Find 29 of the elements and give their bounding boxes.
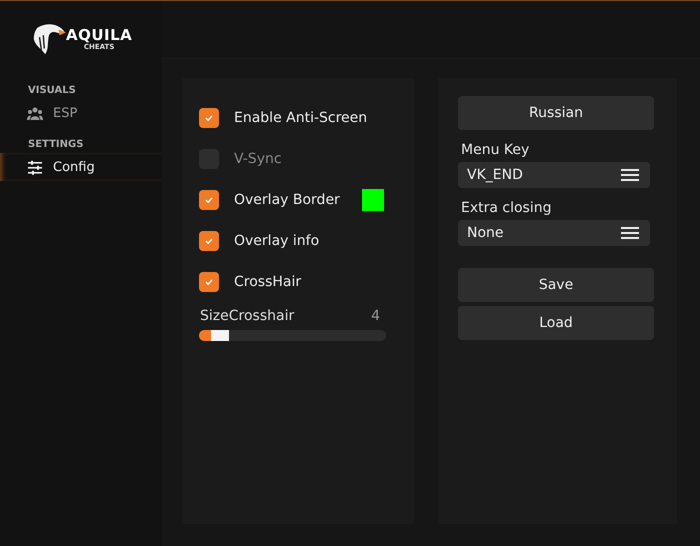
button[interactable]: Load — [458, 306, 654, 340]
option-label: Overlay info — [234, 232, 320, 248]
section-heading: SETTINGS — [27, 138, 84, 152]
option-label: Overlay Border — [234, 192, 341, 208]
color-swatch[interactable] — [362, 188, 384, 210]
menu-icon — [621, 169, 639, 181]
button[interactable]: Save — [458, 268, 654, 302]
sliders-icon — [27, 160, 43, 174]
field-label: Menu Key — [461, 142, 530, 158]
slider-label: SizeCrosshair — [200, 308, 294, 324]
field-label: Extra closing — [461, 200, 553, 216]
slider-value: 4 — [371, 308, 380, 324]
button[interactable]: Russian — [458, 96, 654, 130]
logo-title: AQUILA — [66, 27, 132, 43]
checkbox[interactable] — [199, 190, 219, 210]
checkbox[interactable] — [199, 272, 219, 292]
section-heading: VISUALS — [27, 84, 77, 98]
option-label: Enable Anti-Screen — [234, 110, 368, 126]
option-label: V-Sync — [234, 150, 283, 166]
checkbox[interactable] — [199, 108, 219, 128]
sidebar-item[interactable]: ESP — [0, 99, 162, 127]
option-label: CrossHair — [234, 274, 302, 290]
checkbox[interactable] — [199, 230, 219, 250]
sidebar-item[interactable]: Config — [0, 153, 162, 181]
menu-icon — [621, 227, 639, 239]
slider-track[interactable] — [199, 330, 386, 341]
dropdown[interactable]: VK_END — [458, 162, 650, 188]
users-icon — [27, 106, 43, 120]
dropdown[interactable]: None — [458, 220, 650, 246]
